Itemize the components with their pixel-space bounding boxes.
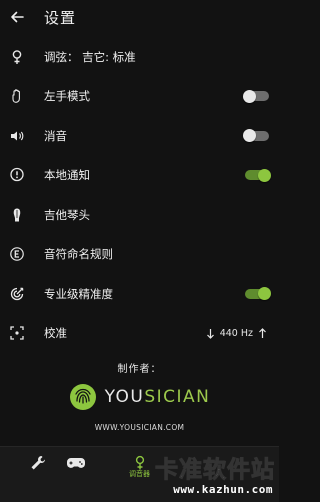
- page-title: 设置: [44, 8, 77, 27]
- gamepad-icon: [66, 458, 85, 468]
- arrow-up-icon[interactable]: [258, 327, 267, 339]
- watermark-url: www.kazhun.com: [173, 483, 273, 496]
- notation-e-icon: [2, 239, 32, 269]
- setting-left-hand[interactable]: 左手模式: [0, 77, 279, 117]
- setting-note-naming-label: 音符命名规则: [44, 247, 113, 262]
- notifications-toggle[interactable]: [243, 168, 271, 182]
- app-header: 设置: [0, 0, 279, 34]
- website-link[interactable]: WWW.YOUSICIAN.COM: [0, 423, 279, 432]
- yousician-wordmark: YOUSICIAN: [104, 387, 211, 407]
- calibrate-icon: [2, 318, 32, 348]
- nav-games[interactable]: [48, 447, 103, 479]
- speaker-icon: [2, 121, 32, 151]
- mute-toggle[interactable]: [243, 129, 271, 143]
- setting-tuning-label: 调弦： 吉它: 标准: [44, 49, 136, 64]
- calibration-hz: 440 Hz: [219, 327, 253, 339]
- back-button[interactable]: [0, 0, 34, 34]
- left-hand-toggle[interactable]: [243, 89, 271, 103]
- settings-list: 调弦： 吉它: 标准 左手模式 消音 本地通知 吉他琴头 音符命名规则 专业级精…: [0, 37, 279, 353]
- guitar-head-icon: [2, 200, 32, 230]
- calibration-value[interactable]: 440 Hz: [206, 328, 267, 339]
- setting-guitar-head[interactable]: 吉他琴头: [0, 195, 279, 235]
- yousician-logo: YOUSICIAN: [0, 383, 279, 411]
- notification-icon: [2, 160, 32, 190]
- setting-left-hand-label: 左手模式: [44, 89, 90, 104]
- precision-target-icon: [2, 279, 32, 309]
- setting-guitar-head-label: 吉他琴头: [44, 207, 90, 222]
- setting-tuning[interactable]: 调弦： 吉它: 标准: [0, 37, 279, 77]
- setting-calibration[interactable]: 校准 440 Hz: [0, 314, 279, 354]
- setting-notifications[interactable]: 本地通知: [0, 156, 279, 196]
- setting-notifications-label: 本地通知: [44, 168, 90, 183]
- setting-mute-label: 消音: [44, 128, 67, 143]
- arrow-down-icon[interactable]: [206, 328, 215, 339]
- setting-note-naming[interactable]: 音符命名规则: [0, 235, 279, 275]
- pro-accuracy-toggle[interactable]: [243, 287, 271, 301]
- tuner-fork-icon: [2, 42, 32, 72]
- wrench-icon: [31, 456, 45, 470]
- arrow-left-icon: [11, 11, 24, 23]
- watermark: 卡准软件站 www.kazhun.com: [120, 448, 279, 502]
- left-hand-icon: [2, 81, 32, 111]
- credits: 制作者： YOUSICIAN WWW.YOUSICIAN.COM: [0, 360, 279, 432]
- setting-mute[interactable]: 消音: [0, 116, 279, 156]
- made-by-label: 制作者：: [117, 364, 162, 375]
- fingerprint-logo-icon: [69, 384, 96, 410]
- setting-pro-accuracy[interactable]: 专业级精准度: [0, 274, 279, 314]
- watermark-title: 卡准软件站: [155, 457, 275, 484]
- setting-pro-accuracy-label: 专业级精准度: [44, 286, 113, 301]
- setting-calibration-label: 校准: [44, 326, 67, 341]
